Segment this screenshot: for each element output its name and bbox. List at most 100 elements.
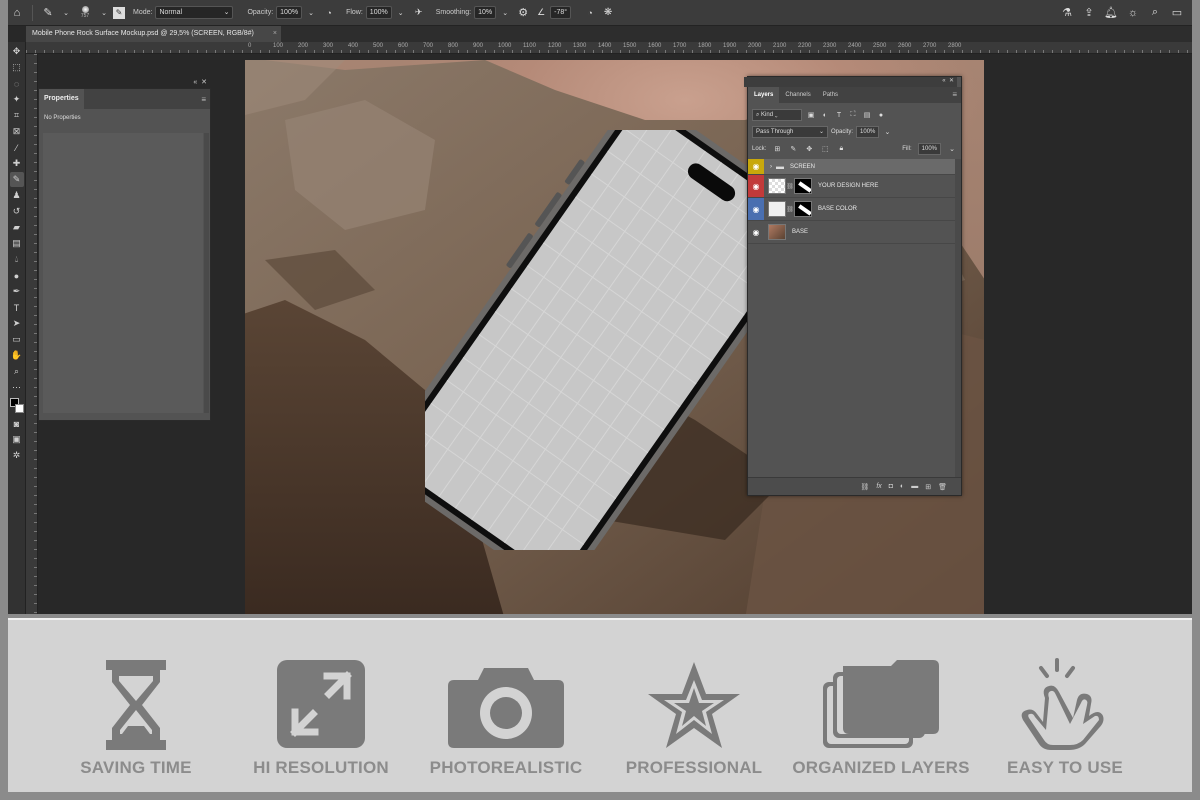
path-selection-tool-icon[interactable]: ➤ bbox=[10, 316, 24, 331]
pressure-opacity-icon[interactable]: ◔ bbox=[320, 4, 338, 22]
visibility-eye-icon[interactable]: ◉ bbox=[748, 159, 764, 174]
bell-icon[interactable]: 🔔︎ bbox=[1102, 4, 1120, 22]
type-tool-icon[interactable]: T bbox=[10, 300, 24, 315]
chevron-down-icon[interactable]: ⌄ bbox=[882, 127, 892, 137]
lock-transparent-icon[interactable]: ⊞ bbox=[772, 144, 782, 154]
layer-row-base[interactable]: ◉ BASE bbox=[748, 221, 961, 244]
lasso-tool-icon[interactable]: ◌ bbox=[10, 76, 24, 91]
blur-tool-icon[interactable]: 💧︎ bbox=[10, 252, 24, 267]
screen-mode-icon[interactable]: ▣ bbox=[10, 432, 24, 447]
layer-row-screen[interactable]: ◉ › ▬ SCREEN bbox=[748, 159, 961, 175]
fill-input[interactable]: 100% bbox=[917, 143, 941, 155]
pen-tool-icon[interactable]: ✒ bbox=[10, 284, 24, 299]
group-expand-icon[interactable]: › bbox=[770, 164, 772, 170]
clone-stamp-tool-icon[interactable]: ♟ bbox=[10, 188, 24, 203]
flow-input[interactable]: 100% bbox=[365, 6, 392, 19]
tab-channels[interactable]: Channels bbox=[779, 87, 816, 103]
background-color[interactable] bbox=[14, 404, 24, 413]
blend-mode-select[interactable]: Pass Through ⌄ bbox=[752, 126, 828, 138]
history-brush-tool-icon[interactable]: ↺ bbox=[10, 204, 24, 219]
flask-icon[interactable]: ⚗ bbox=[1058, 4, 1076, 22]
brush-tip-icon bbox=[81, 6, 89, 13]
panel-menu-icon[interactable]: ≡ bbox=[201, 95, 210, 104]
brush-preset-picker[interactable]: 757 bbox=[75, 6, 95, 19]
lock-artboard-icon[interactable]: ⬚ bbox=[820, 144, 830, 154]
layer-opacity-input[interactable]: 100% bbox=[856, 126, 880, 138]
lightbulb-icon[interactable]: ☼ bbox=[1124, 4, 1142, 22]
link-icon[interactable]: ⛓ bbox=[860, 483, 869, 491]
workspace-icon[interactable]: ▭ bbox=[1168, 4, 1186, 22]
dodge-tool-icon[interactable]: ● bbox=[10, 268, 24, 283]
adjustment-filter-icon[interactable]: ◐ bbox=[820, 110, 830, 120]
trash-icon[interactable]: 🗑︎ bbox=[938, 483, 947, 491]
visibility-eye-icon[interactable]: ◉ bbox=[748, 175, 764, 197]
chevron-down-icon[interactable]: ⌄ bbox=[57, 4, 75, 22]
properties-panel: « ✕ Properties ≡ No Properties bbox=[38, 79, 211, 421]
opacity-input[interactable]: 100% bbox=[276, 6, 303, 19]
gear-icon[interactable]: ⚙ bbox=[514, 4, 532, 22]
layers-panel: « ✕ Layers Channels Paths ≡ ⌕ Kind ⌄ ▣ ◐… bbox=[744, 76, 962, 496]
chevron-down-icon[interactable]: ⌄ bbox=[302, 4, 320, 22]
angle-input[interactable]: -78° bbox=[550, 6, 572, 19]
chevron-down-icon[interactable]: ⌄ bbox=[496, 4, 514, 22]
panel-menu-icon[interactable]: ≡ bbox=[952, 87, 961, 103]
more-tools-icon[interactable]: ⋯ bbox=[10, 380, 24, 395]
eraser-tool-icon[interactable]: ▰ bbox=[10, 220, 24, 235]
smoothing-input[interactable]: 10% bbox=[474, 6, 497, 19]
chevron-down-icon[interactable]: ⌄ bbox=[392, 4, 410, 22]
tab-paths[interactable]: Paths bbox=[817, 87, 844, 103]
quick-mask-icon[interactable]: ◙ bbox=[10, 416, 24, 431]
layers-scrollbar[interactable] bbox=[955, 159, 961, 477]
brush-settings-icon[interactable]: ✎ bbox=[113, 6, 125, 19]
airbrush-icon[interactable]: ✈ bbox=[410, 4, 428, 22]
filter-kind-select[interactable]: ⌕ Kind ⌄ bbox=[752, 109, 802, 121]
type-filter-icon[interactable]: T bbox=[834, 110, 844, 120]
rectangle-tool-icon[interactable]: ▭ bbox=[10, 332, 24, 347]
tab-layers[interactable]: Layers bbox=[748, 87, 780, 103]
eyedropper-tool-icon[interactable]: ⁄ bbox=[10, 140, 24, 155]
search-icon[interactable]: ⌕ bbox=[1146, 4, 1164, 22]
lock-all-icon[interactable]: 🔒︎ bbox=[836, 144, 846, 154]
frame-tool-icon[interactable]: ⊠ bbox=[10, 124, 24, 139]
adjustment-icon[interactable]: ◐ bbox=[900, 483, 904, 490]
new-layer-icon[interactable]: ⊞ bbox=[925, 483, 931, 491]
visibility-eye-icon[interactable]: ◉ bbox=[748, 198, 764, 220]
zoom-tool-icon[interactable]: ⌕ bbox=[10, 364, 24, 379]
home-icon[interactable]: ⌂ bbox=[8, 4, 26, 22]
brush-tool-icon[interactable]: ✎ bbox=[9, 172, 24, 187]
color-swatches[interactable] bbox=[9, 398, 24, 414]
crop-tool-icon[interactable]: ⌗ bbox=[10, 108, 24, 123]
hand-tool-icon[interactable]: ✋ bbox=[10, 348, 24, 363]
lock-position-icon[interactable]: ✥ bbox=[804, 144, 814, 154]
move-tool-icon[interactable]: ✥ bbox=[10, 44, 24, 59]
smart-object-filter-icon[interactable]: ▤ bbox=[862, 110, 872, 120]
generative-icon[interactable]: ✲ bbox=[10, 448, 24, 463]
properties-scrollbar[interactable] bbox=[204, 133, 209, 413]
panel-collapse-icon[interactable]: « ✕ bbox=[193, 78, 207, 86]
visibility-eye-icon[interactable]: ◉ bbox=[748, 221, 764, 243]
chevron-down-icon[interactable]: ⌄ bbox=[947, 144, 957, 154]
lock-pixels-icon[interactable]: ✎ bbox=[788, 144, 798, 154]
healing-brush-tool-icon[interactable]: ✚ bbox=[10, 156, 24, 171]
filter-toggle-icon[interactable]: ● bbox=[876, 110, 886, 120]
pixel-filter-icon[interactable]: ▣ bbox=[806, 110, 816, 120]
panel-collapse-icon[interactable]: « ✕ bbox=[744, 77, 957, 87]
brush-tool-icon[interactable]: ✎ bbox=[39, 4, 57, 22]
layer-row-base-color[interactable]: ◉ ⛓ BASE COLOR bbox=[748, 198, 961, 221]
share-icon[interactable]: ⇪ bbox=[1080, 4, 1098, 22]
layer-row-design[interactable]: ◉ ⛓ YOUR DESIGN HERE bbox=[748, 175, 961, 198]
mask-icon[interactable]: ◘ bbox=[889, 483, 893, 490]
pressure-size-icon[interactable]: ◔ bbox=[581, 4, 599, 22]
document-tab[interactable]: Mobile Phone Rock Surface Mockup.psd @ 2… bbox=[26, 26, 281, 42]
close-tab-icon[interactable]: × bbox=[273, 26, 277, 42]
gradient-tool-icon[interactable]: ▤ bbox=[10, 236, 24, 251]
mode-select[interactable]: Normal ⌄ bbox=[155, 6, 234, 19]
magic-wand-tool-icon[interactable]: ✦ bbox=[10, 92, 24, 107]
chevron-down-icon[interactable]: ⌄ bbox=[95, 4, 113, 22]
marquee-tool-icon[interactable]: ⬚ bbox=[10, 60, 24, 75]
shape-filter-icon[interactable]: ⛶ bbox=[848, 110, 858, 120]
fx-icon[interactable]: fx bbox=[876, 483, 881, 490]
folder-icon[interactable]: ▬ bbox=[911, 483, 918, 490]
symmetry-icon[interactable]: ❋ bbox=[599, 4, 617, 22]
properties-tab[interactable]: Properties bbox=[39, 89, 84, 109]
